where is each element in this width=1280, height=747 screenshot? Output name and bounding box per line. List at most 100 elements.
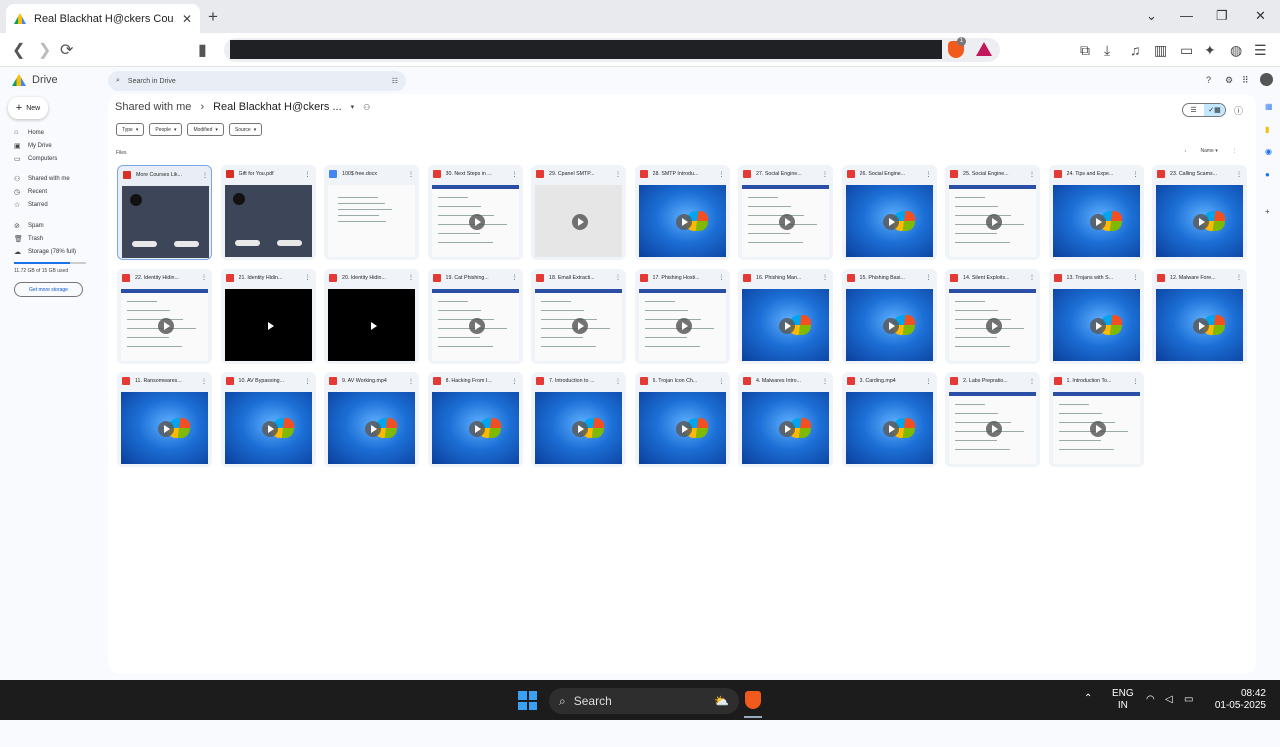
search-input[interactable]: ⌕ Search in Drive ☷ — [108, 71, 406, 91]
file-card[interactable]: 6. Trojan Icon Ch... ⋮ — [634, 372, 730, 467]
more-actions-icon[interactable]: ⋮ — [305, 274, 311, 281]
file-card[interactable]: 10. AV Bypassing... ⋮ — [220, 372, 316, 467]
play-icon[interactable] — [468, 317, 485, 334]
apps-grid-icon[interactable]: ⠿ — [1242, 75, 1249, 86]
media-icon[interactable]: ♫ — [1130, 42, 1141, 58]
brave-rewards-icon[interactable] — [976, 42, 992, 56]
close-tab-icon[interactable]: ✕ — [182, 12, 192, 26]
more-actions-icon[interactable]: ⋮ — [201, 378, 207, 385]
play-icon[interactable] — [779, 317, 795, 334]
reload-icon[interactable]: ⟳ — [60, 40, 73, 60]
sidebar-item-shared[interactable]: ⚇ Shared with me — [14, 175, 70, 183]
chevron-up-icon[interactable]: ⌃ — [1084, 693, 1092, 704]
play-icon[interactable] — [1089, 214, 1106, 230]
more-actions-icon[interactable]: ⋮ — [512, 274, 518, 281]
sidebar-item-home[interactable]: ⌂ Home — [14, 129, 44, 136]
more-actions-icon[interactable]: ⋮ — [926, 274, 932, 281]
play-icon[interactable] — [986, 214, 1002, 230]
more-actions-icon[interactable]: ⋮ — [615, 171, 621, 178]
taskbar-search[interactable]: ⌕ Search ⛅ — [549, 688, 739, 714]
file-card[interactable]: 12. Malware Fore... ⋮ — [1152, 268, 1247, 364]
filter-people[interactable]: People ▾ — [149, 123, 183, 136]
more-actions-icon[interactable]: ⋮ — [512, 171, 518, 178]
play-icon[interactable] — [675, 214, 692, 230]
play-icon[interactable] — [1193, 317, 1209, 334]
new-button[interactable]: + New — [8, 97, 48, 119]
more-actions-icon[interactable]: ⋮ — [1029, 274, 1035, 281]
play-icon[interactable] — [675, 317, 692, 334]
play-icon[interactable] — [572, 421, 588, 437]
filter-source[interactable]: Source ▾ — [228, 123, 263, 136]
more-actions-icon[interactable]: ⋮ — [201, 274, 207, 281]
filter-modified[interactable]: Modified ▾ — [187, 123, 224, 136]
drive-logo[interactable]: Drive — [12, 74, 58, 86]
bookmark-icon[interactable]: ▮ — [198, 40, 207, 60]
more-actions-icon[interactable]: ⋮ — [1236, 274, 1242, 281]
wallet-icon[interactable]: ▭ — [1180, 42, 1193, 59]
file-card[interactable]: More Courses Lik... ⋮ — [117, 165, 212, 260]
play-icon[interactable] — [1089, 421, 1106, 437]
more-actions-icon[interactable]: ⋮ — [926, 378, 932, 385]
more-actions-icon[interactable]: ⋮ — [822, 378, 828, 385]
breadcrumb-current[interactable]: Real Blackhat H@ckers ... — [213, 101, 342, 113]
file-card[interactable]: 21. Identity Hidin... ⋮ — [220, 268, 316, 364]
more-actions-icon[interactable]: ⋮ — [305, 378, 311, 385]
sort-direction-icon[interactable]: ↓ — [1184, 148, 1187, 154]
file-card[interactable]: 1. Introduction To... ⋮ — [1048, 372, 1144, 467]
more-actions-icon[interactable]: ⋮ — [615, 378, 621, 385]
chevron-down-icon[interactable]: ▾ — [351, 103, 355, 111]
play-icon[interactable] — [675, 421, 692, 437]
keep-icon[interactable]: ▮ — [1265, 125, 1269, 134]
file-card[interactable]: 28. SMTP Introdu... ⋮ — [634, 165, 730, 260]
more-actions-icon[interactable]: ⋮ — [408, 274, 414, 281]
calendar-icon[interactable]: ▦ — [1265, 102, 1273, 111]
more-actions-icon[interactable]: ⋮ — [822, 171, 828, 178]
info-icon[interactable]: ⓘ — [1234, 104, 1243, 117]
play-icon[interactable] — [572, 214, 588, 230]
minimize-button[interactable]: — — [1180, 8, 1193, 23]
back-arrow-icon[interactable]: ❮ — [12, 40, 25, 60]
play-icon[interactable] — [262, 318, 278, 334]
brave-shields-icon[interactable]: 1 — [948, 37, 966, 58]
sidebar-toggle-icon[interactable]: ▥ — [1154, 42, 1167, 59]
file-card[interactable]: 16. Phishing Man... ⋮ — [738, 268, 833, 364]
file-card[interactable]: 11. Ransomwares... ⋮ — [117, 372, 212, 467]
more-actions-icon[interactable]: ⋮ — [202, 172, 208, 179]
more-actions-icon[interactable]: ⋮ — [512, 378, 518, 385]
play-icon[interactable] — [365, 318, 381, 334]
sort-by-name[interactable]: Name ▾ — [1201, 148, 1218, 154]
more-actions-icon[interactable]: ⋮ — [719, 171, 725, 178]
clock[interactable]: 08:42 01-05-2025 — [1212, 688, 1266, 712]
sidebar-item-computers[interactable]: ▭ Computers — [14, 155, 57, 163]
play-icon[interactable] — [158, 421, 174, 437]
search-options-icon[interactable]: ☷ — [392, 77, 398, 85]
play-icon[interactable] — [779, 214, 795, 230]
language-indicator[interactable]: ENG IN — [1112, 688, 1134, 712]
file-card[interactable]: 30. Next Steps in ... ⋮ — [427, 165, 523, 260]
file-card[interactable]: Gift for You.pdf ⋮ — [220, 165, 316, 260]
more-actions-icon[interactable]: ⋮ — [1133, 378, 1139, 385]
file-card[interactable]: 8. Hacking From I... ⋮ — [427, 372, 523, 467]
forward-arrow-icon[interactable]: ❯ — [38, 40, 51, 60]
filter-type[interactable]: Type ▾ — [116, 123, 145, 136]
sidebar-item-spam[interactable]: ⊘ Spam — [14, 222, 44, 230]
sidebar-item-starred[interactable]: ☆ Starred — [14, 201, 48, 209]
volume-icon[interactable]: ◁ — [1165, 694, 1173, 705]
file-card[interactable]: 17. Phishing Hosti... ⋮ — [634, 268, 730, 364]
file-card[interactable]: 4. Malwares Intro... ⋮ — [738, 372, 833, 467]
file-card[interactable]: 14. Silent Exploits... ⋮ — [945, 268, 1040, 364]
tab-search-icon[interactable]: ⌄ — [1146, 8, 1157, 24]
play-icon[interactable] — [1193, 214, 1209, 230]
battery-icon[interactable]: ▭ — [1184, 694, 1193, 705]
grid-view-icon[interactable]: ✓▦ — [1204, 104, 1225, 116]
file-card[interactable]: 26. Social Engine... ⋮ — [841, 165, 937, 260]
wifi-icon[interactable]: ◠ — [1146, 694, 1155, 705]
browser-tab[interactable]: Real Blackhat H@ckers Course ✕ — [6, 4, 200, 33]
menu-icon[interactable]: ☰ — [1254, 42, 1267, 59]
sidebar-item-trash[interactable]: 🗑 Trash — [14, 235, 43, 243]
more-actions-icon[interactable]: ⋮ — [408, 378, 414, 385]
brave-taskbar-icon[interactable] — [745, 691, 761, 709]
file-card[interactable]: 13. Trojans with S... ⋮ — [1048, 268, 1144, 364]
file-card[interactable]: 9. AV Working.mp4 ⋮ — [324, 372, 419, 467]
more-actions-icon[interactable]: ⋮ — [719, 274, 725, 281]
